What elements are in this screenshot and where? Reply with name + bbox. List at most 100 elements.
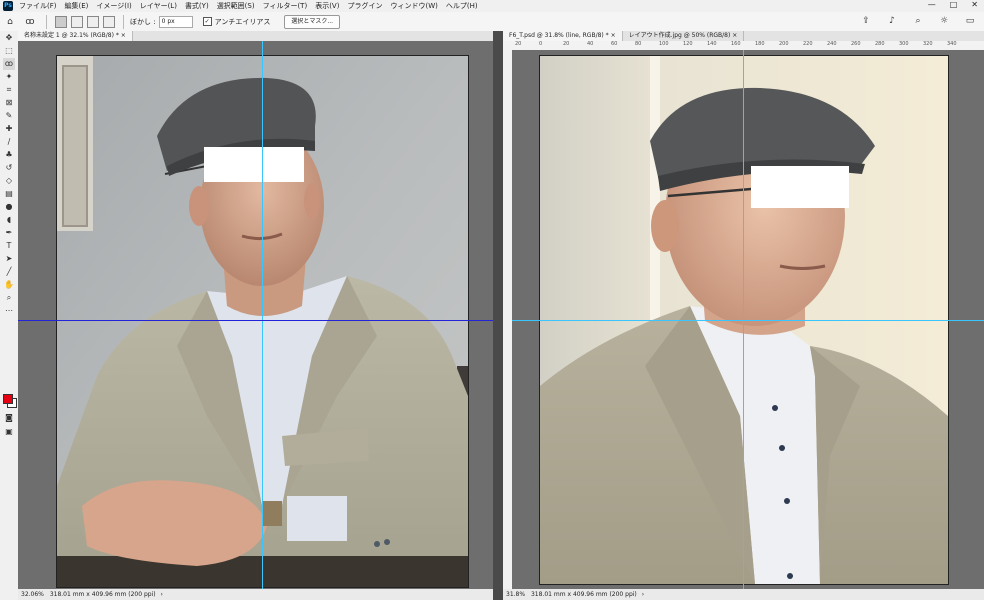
menu-layer[interactable]: レイヤー(L)	[140, 1, 177, 11]
ruler-tick: 40	[587, 41, 594, 47]
type-icon[interactable]: T	[3, 240, 15, 252]
left-tabbar: 名称未設定 1 @ 32.1% (RGB/8) * ×	[18, 31, 493, 41]
intersect-selection-button[interactable]	[103, 15, 115, 28]
options-bar: ⌂ ꝏ ぼかし : 0 px ✓ アンチエイリアス 選択とマスク... ⇪ ♪ …	[0, 12, 984, 32]
history-brush-icon[interactable]: ↺	[3, 162, 15, 174]
workspace-icon[interactable]: ▭	[964, 15, 976, 27]
menu-edit[interactable]: 編集(E)	[65, 1, 89, 11]
magic-wand-icon[interactable]: ✦	[3, 71, 15, 83]
shape-icon[interactable]: ╱	[3, 266, 15, 278]
ruler-tick: 60	[611, 41, 618, 47]
screen-mode-icon[interactable]: ▣	[3, 426, 15, 438]
tools-panel: ✥ ⬚ ꝏ ✦ ⌗ ⊠ ✎ ✚ ∕ ♣ ↺ ◇ ▤ ● ◖ ✒ T ➤ ╱ ✋ …	[0, 31, 19, 600]
ruler-tick: 200	[779, 41, 789, 47]
vertical-ruler[interactable]	[503, 50, 512, 589]
chevron-right-icon[interactable]: ›	[642, 591, 644, 598]
ps-logo[interactable]: Ps	[3, 1, 13, 11]
tab-f6-psd[interactable]: F6_T.psd @ 31.8% (line, RGB/8) * ×	[503, 31, 623, 41]
home-icon[interactable]: ⌂	[4, 16, 16, 28]
ruler-tick: 0	[539, 41, 543, 47]
maximize-button[interactable]: □	[950, 0, 958, 9]
path-select-icon[interactable]: ➤	[3, 253, 15, 265]
menu-view[interactable]: 表示(V)	[315, 1, 339, 11]
menu-window[interactable]: ウィンドウ(W)	[390, 1, 437, 11]
more-icon[interactable]: ⋯	[3, 305, 15, 317]
tab-label: レイアウト作成.jpg @ 50% (RGB/8)	[628, 32, 731, 39]
ruler-tick: 160	[731, 41, 741, 47]
feather-label: ぼかし :	[130, 17, 156, 26]
left-status-bar: 32.06% 318.01 mm x 409.96 mm (200 ppi) ›	[18, 589, 496, 600]
gradient-icon[interactable]: ▤	[3, 188, 15, 200]
new-selection-button[interactable]	[55, 15, 67, 28]
stamp-icon[interactable]: ♣	[3, 149, 15, 161]
chevron-right-icon[interactable]: ›	[161, 591, 163, 598]
doc-dimensions: 318.01 mm x 409.96 mm (200 ppi)	[530, 591, 637, 598]
ruler-tick: 240	[827, 41, 837, 47]
select-mask-button[interactable]: 選択とマスク...	[284, 14, 341, 29]
tab-left-doc[interactable]: 名称未設定 1 @ 32.1% (RGB/8) * ×	[18, 31, 133, 41]
eyedropper-icon[interactable]: ✎	[3, 110, 15, 122]
subtract-selection-button[interactable]	[87, 15, 99, 28]
ruler-tick: 20	[515, 41, 522, 47]
zoom-level[interactable]: 31.8%	[506, 591, 525, 598]
menu-plugins[interactable]: プラグイン	[347, 1, 382, 11]
vertical-guide[interactable]	[262, 41, 263, 589]
menu-select[interactable]: 選択範囲(S)	[217, 1, 255, 11]
ruler-tick: 80	[635, 41, 642, 47]
zoom-icon[interactable]: ⌕	[3, 292, 15, 304]
tab-close-icon[interactable]: ×	[732, 32, 737, 39]
marquee-icon[interactable]: ⬚	[3, 45, 15, 57]
bell-icon[interactable]: ♪	[886, 15, 898, 27]
menu-filter[interactable]: フィルター(T)	[263, 1, 308, 11]
divider	[123, 14, 124, 29]
add-selection-button[interactable]	[71, 15, 83, 28]
lightbulb-icon[interactable]: ☼	[938, 15, 950, 27]
tab-close-icon[interactable]: ×	[121, 32, 126, 39]
hand-icon[interactable]: ✋	[3, 279, 15, 291]
options-right: ⇪ ♪ ⌕ ☼ ▭	[856, 15, 980, 27]
right-canvas-area[interactable]	[512, 50, 984, 589]
healing-brush-icon[interactable]: ✚	[3, 123, 15, 135]
tab-layout-jpg[interactable]: レイアウト作成.jpg @ 50% (RGB/8) ×	[623, 31, 745, 41]
menu-type[interactable]: 書式(Y)	[185, 1, 209, 11]
ruler-tick: 340	[947, 41, 957, 47]
ruler-tick: 20	[563, 41, 570, 47]
antialias-checkbox[interactable]: ✓	[202, 17, 212, 26]
divider	[46, 14, 47, 29]
share-icon[interactable]: ⇪	[860, 15, 872, 27]
minimize-button[interactable]: —	[928, 0, 936, 9]
antialias-label: アンチエイリアス	[214, 17, 271, 26]
menu-help[interactable]: ヘルプ(H)	[446, 1, 478, 11]
close-button[interactable]: ✕	[971, 0, 978, 9]
horizontal-guide[interactable]	[512, 320, 984, 321]
search-icon[interactable]: ⌕	[912, 15, 924, 27]
panel-divider[interactable]	[493, 31, 503, 600]
horizontal-guide[interactable]	[18, 320, 493, 321]
pen-icon[interactable]: ✒	[3, 227, 15, 239]
lasso-icon[interactable]: ꝏ	[24, 16, 36, 28]
brush-icon[interactable]: ∕	[3, 136, 15, 148]
zoom-level[interactable]: 32.06%	[21, 591, 44, 598]
ruler-tick: 220	[803, 41, 813, 47]
ruler-tick: 140	[707, 41, 717, 47]
ruler-tick: 320	[923, 41, 933, 47]
right-tabbar: F6_T.psd @ 31.8% (line, RGB/8) * × レイアウト…	[503, 31, 984, 41]
left-canvas-area[interactable]	[18, 41, 493, 589]
eraser-icon[interactable]: ◇	[3, 175, 15, 187]
foreground-color-swatch[interactable]	[3, 394, 13, 404]
feather-input[interactable]: 0 px	[158, 15, 193, 28]
dodge-icon[interactable]: ◖	[3, 214, 15, 226]
move-icon[interactable]: ✥	[3, 32, 15, 44]
lasso-icon[interactable]: ꝏ	[3, 58, 15, 70]
horizontal-ruler[interactable]: 20 0 20 40 60 80 100 120 140 160 180 200…	[503, 41, 984, 50]
menu-image[interactable]: イメージ(I)	[96, 1, 131, 11]
quick-mask-icon[interactable]: ◙	[3, 412, 15, 424]
blur-icon[interactable]: ●	[3, 201, 15, 213]
tab-label: F6_T.psd @ 31.8% (line, RGB/8) *	[509, 32, 609, 39]
frame-icon[interactable]: ⊠	[3, 97, 15, 109]
menu-file[interactable]: ファイル(F)	[19, 1, 57, 11]
doc-dimensions: 318.01 mm x 409.96 mm (200 ppi)	[49, 591, 156, 598]
redaction-box	[204, 147, 304, 182]
crop-icon[interactable]: ⌗	[3, 84, 15, 96]
tab-close-icon[interactable]: ×	[611, 32, 616, 39]
